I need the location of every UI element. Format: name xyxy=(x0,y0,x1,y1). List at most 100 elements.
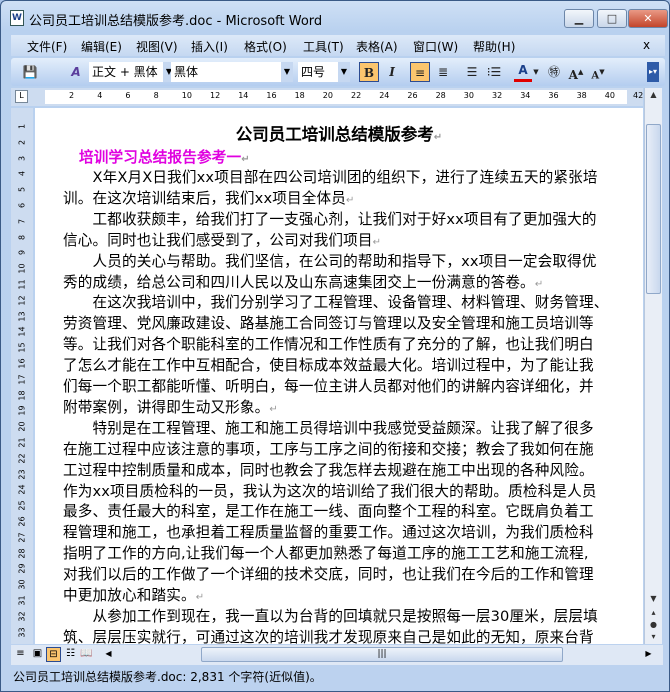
ruler-tick-label: 22 xyxy=(17,453,27,464)
ruler-tick-label: 2 xyxy=(17,139,27,145)
ruler-tick-label: 20 xyxy=(322,91,333,100)
font-size-value: 四号 xyxy=(301,65,326,79)
font-select[interactable]: 黑体 ▼ xyxy=(171,62,293,82)
chevron-down-icon[interactable]: ▼ xyxy=(338,62,350,82)
line-text: X年X月X日我们xx项目部在四公司培训团的组织下，进行了连续五天的紧张培 xyxy=(63,169,598,186)
scroll-up-icon[interactable]: ▲ xyxy=(646,90,661,104)
line-text: 秀的成绩，给总公司和四川人民以及山东高速集团交上一份满意的答卷。 xyxy=(63,273,535,291)
menu-tools[interactable]: 工具(T) xyxy=(303,38,344,55)
text-line: 作为xx项目质检科的一员，我认为这次的培训给了我们很大的帮助。质检科是人员 xyxy=(63,480,597,501)
horizontal-ruler[interactable]: L 2 4 6 8 10 12 14 16 18 20 22 24 26 28 30 32 34 36 38 40 42 xyxy=(11,88,643,106)
subheading: 培训学习总结报告参考一↵ xyxy=(79,146,250,167)
ruler-tick-label: 23 xyxy=(17,469,27,480)
line-text: 指明了工作的方向,让我们每一个人都更加熟悉了每道工序的施工工艺和施工流程, xyxy=(63,545,589,563)
ruler-tick-label: 12 xyxy=(17,295,27,306)
paragraph-mark: ↵ xyxy=(345,194,355,206)
scroll-right-icon[interactable]: ▶ xyxy=(641,647,656,662)
text-line: 指明了工作的方向,让我们每一个人都更加熟悉了每道工序的施工工艺和施工流程, xyxy=(63,542,589,563)
paragraph-mark: ↵ xyxy=(241,154,250,165)
menu-file[interactable]: 文件(F) xyxy=(27,38,67,55)
ruler-tick-label: 21 xyxy=(17,437,27,448)
ruler-tick-label: 8 xyxy=(17,234,27,240)
toolbar-options-icon[interactable]: ▸▾ xyxy=(647,62,659,82)
ruler-tick-label: 16 xyxy=(17,358,27,369)
vertical-scrollbar[interactable]: ▲ ▼ ▴ ● ▾ xyxy=(644,88,662,644)
line-text: 信心。同时也让我们感受到了，公司对我们项目 xyxy=(63,231,373,249)
chevron-down-icon[interactable]: ▼ xyxy=(281,62,293,82)
align-right-button[interactable]: ≣ xyxy=(434,62,452,82)
print-layout-view-button[interactable]: ⊟ xyxy=(46,647,61,662)
ruler-tick-label: 30 xyxy=(17,579,27,590)
scroll-left-icon[interactable]: ◀ xyxy=(101,647,116,662)
maximize-button[interactable]: □ xyxy=(597,9,627,28)
font-size-select[interactable]: 四号 ▼ xyxy=(298,62,350,82)
ruler-tick-label: 11 xyxy=(17,279,27,290)
bullets-button[interactable]: ⁝☰ xyxy=(485,62,503,82)
ruler-tick-label: 34 xyxy=(520,91,531,100)
paragraph-mark: ↵ xyxy=(195,592,205,603)
line-text: 对我们以后的工作做了一个详细的技术交底，同时，也让我们在今后的工作和管理 xyxy=(63,566,594,584)
bold-button[interactable]: B xyxy=(359,62,379,82)
menu-format[interactable]: 格式(O) xyxy=(244,38,287,55)
h-scroll-thumb[interactable]: ||| xyxy=(201,647,563,662)
ruler-tick-label: 28 xyxy=(17,548,27,559)
ruler-tick-label: 38 xyxy=(576,91,587,100)
numbering-button[interactable]: ☰ xyxy=(463,62,481,82)
line-text: 在施工过程中应该注意的事项，工序与工序之间的衔接和交接；教会了我如何在施 xyxy=(63,440,594,458)
menu-view[interactable]: 视图(V) xyxy=(136,38,178,55)
text-line: 等。让我们对各个职能科室的工作情况和工作性质有了充分的了解，也让我们明白 xyxy=(63,333,594,354)
menu-window[interactable]: 窗口(W) xyxy=(413,38,458,55)
line-text: 在这次我培训中，我们分别学习了工程管理、设备管理、材料管理、财务管理、 xyxy=(63,294,609,312)
save-icon[interactable]: 💾 xyxy=(21,62,39,82)
window-title: 公司员工培训总结模版参考.doc - Microsoft Word xyxy=(29,14,323,29)
ruler-tick-label: 40 xyxy=(604,91,615,100)
styles-icon[interactable]: A xyxy=(67,62,85,82)
line-text: 中更加放心和踏实。 xyxy=(63,587,196,604)
text-line: 了怎么才能在工作中互相配合，使目标成本效益最大化。培训过程中，为了能让我 xyxy=(63,354,594,375)
ruler-tick-label: 17 xyxy=(17,374,27,385)
close-button[interactable]: ✕ xyxy=(628,9,668,28)
horizontal-scrollbar[interactable]: ≡ ▣ ⊟ ☷ 📖 ◀ ||| ▶ xyxy=(11,645,663,665)
web-layout-view-button[interactable]: ▣ xyxy=(30,647,45,662)
ruler-tick-label: 24 xyxy=(379,91,390,100)
title-text: 公司员工培训总结模版参考 xyxy=(235,125,434,144)
ruler-tick-label: 18 xyxy=(294,91,305,100)
text-line: 对我们以后的工作做了一个详细的技术交底，同时，也让我们在今后的工作和管理 xyxy=(63,563,594,584)
ruler-tick-label: 5 xyxy=(17,187,27,193)
ruler-tick-label: 28 xyxy=(435,91,446,100)
align-center-button[interactable]: ≡ xyxy=(410,62,430,82)
text-line: 最多、责任最大的科室，是工作在施工一线、面向整个工程的科室。它既肩负着工 xyxy=(63,500,594,521)
scroll-thumb[interactable] xyxy=(646,124,661,294)
menu-table[interactable]: 表格(A) xyxy=(356,38,398,55)
char-border-icon[interactable]: ㊕ xyxy=(545,62,563,82)
menu-close-doc[interactable]: x xyxy=(643,38,650,52)
chevron-down-icon[interactable]: ▼ xyxy=(532,62,540,82)
normal-view-button[interactable]: ≡ xyxy=(13,647,28,662)
minimize-button[interactable]: ▁ xyxy=(564,9,594,28)
document-page[interactable]: 公司员工培训总结模版参考 ↵ 培训学习总结报告参考一↵ X年X月X日我们xx项目部… xyxy=(35,108,643,644)
shrink-font-button[interactable]: A▼ xyxy=(589,62,607,82)
text-line: 附带案例，讲得即生动又形象。↵ xyxy=(63,396,278,417)
style-select[interactable]: 正文 + 黑体 ▼ xyxy=(89,62,175,82)
menu-edit[interactable]: 编辑(E) xyxy=(81,38,122,55)
title-bar: W 公司员工培训总结模版参考.doc - Microsoft Word ▁ □ … xyxy=(1,1,669,35)
menu-help[interactable]: 帮助(H) xyxy=(473,38,515,55)
ruler-tick-label: 29 xyxy=(17,563,27,574)
tab-selector-icon[interactable]: L xyxy=(15,90,28,103)
paragraph-mark: ↵ xyxy=(372,236,382,248)
text-line: 们每一个职工都能听懂、听明白，每一位主讲人员都对他们的讲解内容详细化，并 xyxy=(63,375,594,396)
text-line: 从参加工作到现在，我一直以为台背的回填就只是按照每一层30厘米，层层填 xyxy=(63,605,598,626)
outline-view-button[interactable]: ☷ xyxy=(63,647,78,662)
grow-font-button[interactable]: A▲ xyxy=(567,62,585,82)
ruler-tick-label: 10 xyxy=(181,91,192,100)
italic-button[interactable]: I xyxy=(383,62,401,82)
ruler-tick-label: 8 xyxy=(153,91,159,100)
scroll-down-icon[interactable]: ▼ xyxy=(646,594,661,608)
ruler-tick-label: 31 xyxy=(17,595,27,606)
font-color-button[interactable]: A xyxy=(514,62,532,82)
reading-view-button[interactable]: 📖 xyxy=(79,647,94,662)
vertical-ruler[interactable]: 1 2 3 4 5 6 7 8 9 10 11 12 13 14 15 16 17 18 19 20 21 22 23 24 2… xyxy=(11,108,33,644)
menu-insert[interactable]: 插入(I) xyxy=(191,38,228,55)
text-line: 训。在这次培训结束后，我们xx项目全体员↵ xyxy=(63,187,355,208)
next-page-icon[interactable]: ▾ xyxy=(646,632,661,646)
